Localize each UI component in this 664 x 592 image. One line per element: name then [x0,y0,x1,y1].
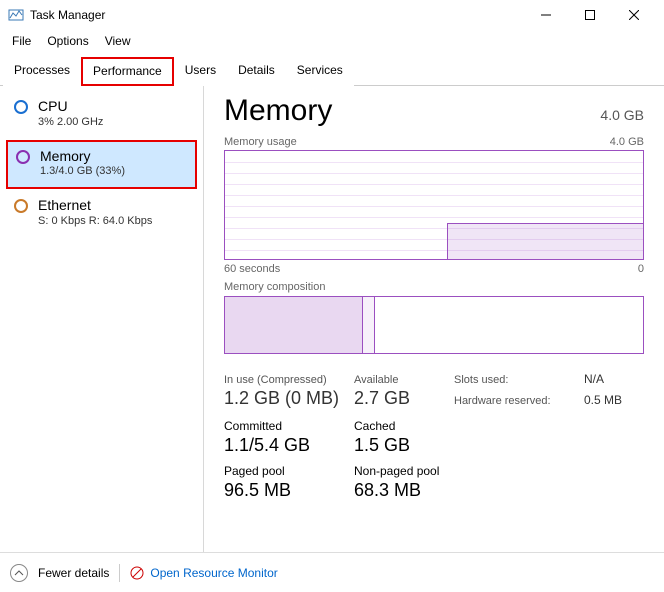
tab-details[interactable]: Details [227,57,286,86]
sidebar-item-cpu[interactable]: CPU 3% 2.00 GHz [0,92,203,138]
window-title: Task Manager [30,8,105,22]
menubar: File Options View [0,30,664,52]
usage-chart-label: Memory usage [224,136,297,148]
sidebar-item-sub: S: 0 Kbps R: 64.0 Kbps [38,215,152,227]
stat-label: Committed [224,419,354,433]
task-manager-icon [8,7,24,23]
stat-value: 96.5 MB [224,480,354,501]
stat-value: 0.5 MB [584,393,644,407]
main-panel: Memory 4.0 GB Memory usage 4.0 GB 60 sec… [204,86,664,552]
stat-label: Cached [354,419,474,433]
stat-label: Available [354,374,454,386]
stat-label: In use (Compressed) [224,374,354,386]
maximize-button[interactable] [568,0,612,30]
close-button[interactable] [612,0,656,30]
tab-users[interactable]: Users [174,57,227,86]
xaxis-left: 60 seconds [224,263,280,275]
composition-label: Memory composition [224,281,325,293]
menu-view[interactable]: View [99,32,137,50]
usage-chart-max: 4.0 GB [610,136,644,148]
tab-processes[interactable]: Processes [3,57,81,86]
menu-file[interactable]: File [6,32,37,50]
sidebar-item-label: Ethernet [38,197,152,215]
cpu-icon [14,100,28,114]
sidebar: CPU 3% 2.00 GHz Memory 1.3/4.0 GB (33%) … [0,86,204,552]
chevron-up-icon[interactable] [10,564,28,582]
stat-value: 1.5 GB [354,435,474,456]
open-resource-monitor-label: Open Resource Monitor [150,566,277,580]
stats-grid: In use (Compressed) Available Slots used… [224,372,644,409]
sidebar-item-sub: 1.3/4.0 GB (33%) [40,165,125,177]
stat-value: N/A [584,372,644,386]
open-resource-monitor-link[interactable]: Open Resource Monitor [130,566,277,580]
menu-options[interactable]: Options [41,32,94,50]
tab-strip: Processes Performance Users Details Serv… [0,56,664,86]
stat-value: 1.1/5.4 GB [224,435,354,456]
memory-usage-chart [224,150,644,260]
stat-value: 1.2 GB (0 MB) [224,388,354,409]
sidebar-item-memory[interactable]: Memory 1.3/4.0 GB (33%) [6,140,197,190]
resource-monitor-icon [130,566,144,580]
stat-value: 2.7 GB [354,388,454,409]
ethernet-icon [14,199,28,213]
sidebar-item-ethernet[interactable]: Ethernet S: 0 Kbps R: 64.0 Kbps [0,191,203,237]
sidebar-item-label: Memory [40,148,125,166]
memory-composition-chart [224,296,644,354]
page-title: Memory [224,94,332,128]
content: CPU 3% 2.00 GHz Memory 1.3/4.0 GB (33%) … [0,86,664,552]
stat-label: Hardware reserved: [454,395,584,407]
footer: Fewer details Open Resource Monitor [0,552,664,592]
sidebar-item-label: CPU [38,98,103,116]
tab-services[interactable]: Services [286,57,354,86]
divider [119,564,120,582]
sidebar-item-sub: 3% 2.00 GHz [38,116,103,128]
stat-label: Non-paged pool [354,464,474,478]
stat-label: Slots used: [454,374,584,386]
xaxis-right: 0 [638,263,644,275]
stat-value: 68.3 MB [354,480,474,501]
memory-icon [16,150,30,164]
tab-performance[interactable]: Performance [81,57,174,86]
fewer-details-link[interactable]: Fewer details [38,566,109,580]
stat-label: Paged pool [224,464,354,478]
minimize-button[interactable] [524,0,568,30]
capacity-label: 4.0 GB [600,107,644,123]
titlebar: Task Manager [0,0,664,30]
